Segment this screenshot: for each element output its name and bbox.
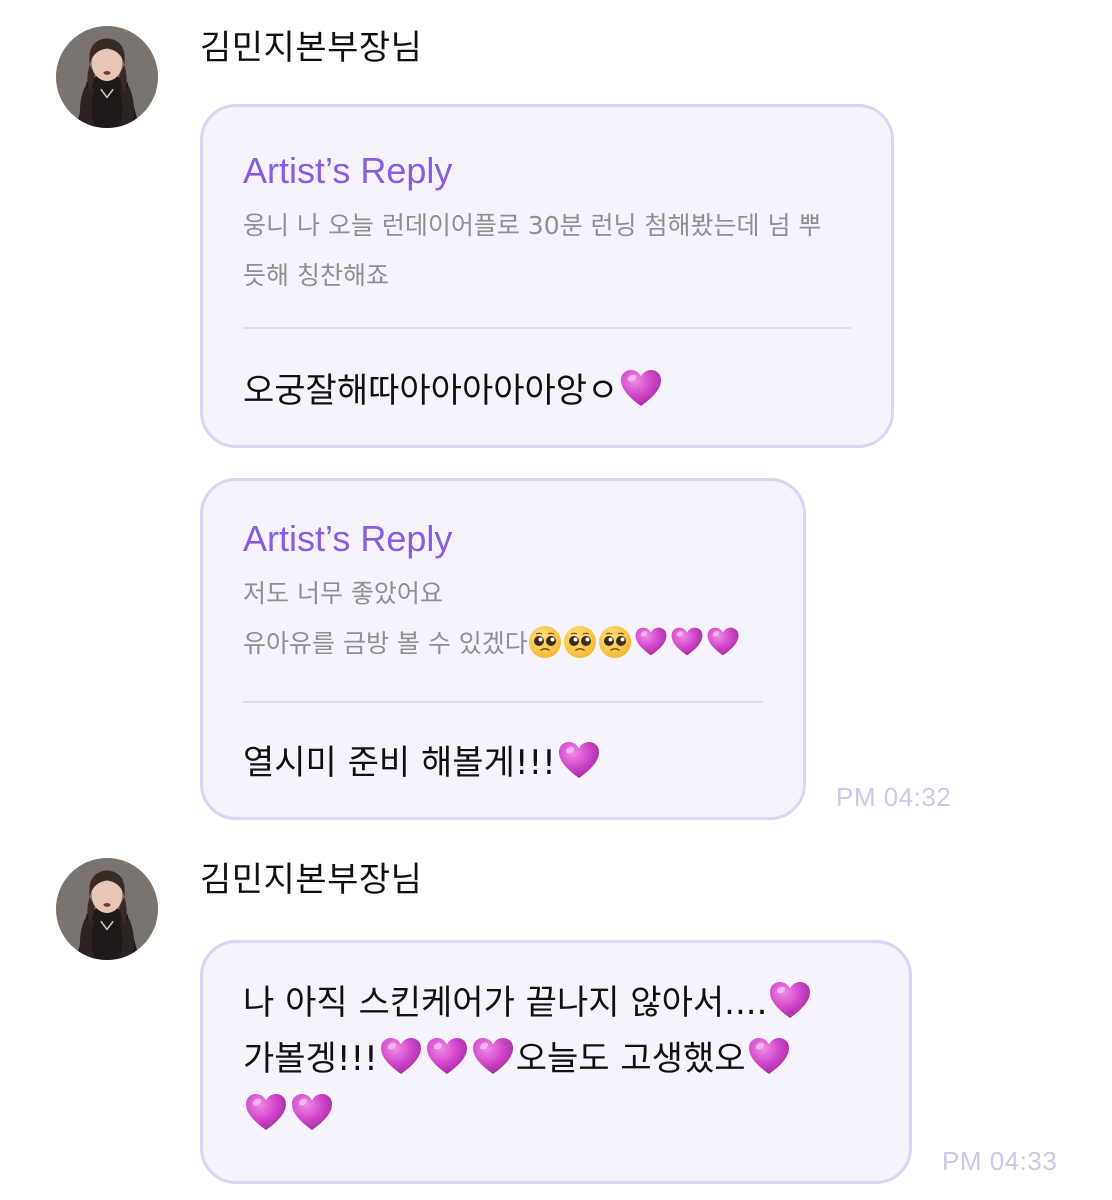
purple-heart-emoji <box>670 626 704 657</box>
artist-reply-title: Artist’s Reply <box>243 518 453 559</box>
quoted-line-with-emoji: 유아유를 금방 볼 수 있겠다 <box>243 619 773 669</box>
sender-name: 김민지본부장님 <box>200 28 423 68</box>
purple-heart-emoji <box>244 1092 288 1132</box>
purple-heart-emoji <box>619 368 663 408</box>
reply-message-text: 열시미 준비 해볼게!!! <box>243 743 556 783</box>
sender-name: 김민지본부장님 <box>200 860 423 900</box>
quoted-line: 웅니 나 오늘 런데이어플로 30분 런닝 첨해봤는데 넘 뿌 <box>243 211 822 240</box>
purple-heart-emoji <box>747 1036 791 1076</box>
message-line: 나 아직 스킨케어가 끝나지 않아서.... <box>243 975 889 1031</box>
purple-heart-emoji <box>768 980 812 1020</box>
quoted-line-text: 유아유를 금방 볼 수 있겠다 <box>243 629 528 658</box>
pleading-face-emoji <box>528 625 562 659</box>
message-line-text: 나 아직 스킨케어가 끝나지 않아서.... <box>243 983 768 1023</box>
quoted-message: 웅니 나 오늘 런데이어플로 30분 런닝 첨해봤는데 넘 뿌 듯해 칭찬해죠 <box>243 201 861 301</box>
message-timestamp: PM 04:32 <box>836 782 952 812</box>
message-text: 나 아직 스킨케어가 끝나지 않아서.... 가볼겡!!! 오늘도 고생했오 <box>243 975 889 1143</box>
quoted-line: 저도 너무 좋았어요 <box>243 579 443 608</box>
pleading-face-emoji <box>563 625 597 659</box>
quoted-message: 저도 너무 좋았어요 유아유를 금방 볼 수 있겠다 <box>243 569 773 669</box>
reply-message: 오궁잘해따아아아아아앙ㅇ <box>243 363 871 419</box>
message-line-text: 가볼겡!!! <box>243 1039 378 1079</box>
sender-avatar[interactable] <box>56 858 158 960</box>
purple-heart-emoji <box>290 1092 334 1132</box>
reply-message-line: 열시미 준비 해볼게!!! <box>243 735 783 791</box>
purple-heart-emoji <box>634 626 668 657</box>
message-line: 가볼겡!!! 오늘도 고생했오 <box>243 1031 889 1087</box>
artist-reply-bubble[interactable]: Artist’s Reply 저도 너무 좋았어요 유아유를 금방 볼 수 있겠… <box>200 478 806 820</box>
purple-heart-emoji <box>706 626 740 657</box>
message-line <box>243 1087 889 1143</box>
message-bubble[interactable]: 나 아직 스킨케어가 끝나지 않아서.... 가볼겡!!! 오늘도 고생했오 <box>200 940 912 1184</box>
purple-heart-emoji <box>557 740 601 780</box>
artist-reply-title: Artist’s Reply <box>243 150 453 191</box>
reply-message: 열시미 준비 해볼게!!! <box>243 735 783 791</box>
reply-message-line: 오궁잘해따아아아아아앙ㅇ <box>243 363 871 419</box>
pleading-face-emoji <box>598 625 632 659</box>
reply-divider <box>243 701 763 703</box>
message-line-text: 오늘도 고생했오 <box>515 1039 746 1079</box>
reply-divider <box>243 327 851 329</box>
artist-reply-bubble[interactable]: Artist’s Reply 웅니 나 오늘 런데이어플로 30분 런닝 첨해봤… <box>200 104 894 448</box>
purple-heart-emoji <box>425 1036 469 1076</box>
quoted-line: 듯해 칭찬해죠 <box>243 261 389 290</box>
purple-heart-emoji <box>471 1036 515 1076</box>
reply-message-text: 오궁잘해따아아아아아앙ㅇ <box>243 371 619 411</box>
purple-heart-emoji <box>379 1036 423 1076</box>
sender-avatar[interactable] <box>56 26 158 128</box>
message-timestamp: PM 04:33 <box>942 1146 1058 1176</box>
